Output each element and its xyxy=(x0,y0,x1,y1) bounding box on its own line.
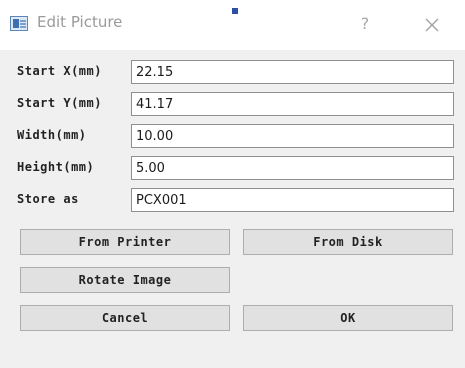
start-x-label: Start X(mm) xyxy=(17,64,102,78)
start-y-input[interactable] xyxy=(131,92,454,116)
width-row: Width(mm) xyxy=(0,124,465,150)
start-y-label: Start Y(mm) xyxy=(17,96,102,110)
rotate-image-button[interactable]: Rotate Image xyxy=(20,267,230,293)
edit-picture-dialog: Edit Picture ? Start X(mm) Start Y(mm) W… xyxy=(0,0,465,368)
start-x-row: Start X(mm) xyxy=(0,60,465,86)
store-as-label: Store as xyxy=(17,192,79,206)
close-icon xyxy=(425,18,439,32)
close-button[interactable] xyxy=(420,13,444,37)
store-as-input[interactable] xyxy=(131,188,454,212)
title-bar[interactable]: Edit Picture ? xyxy=(0,0,465,50)
focus-indicator xyxy=(232,8,238,14)
width-label: Width(mm) xyxy=(17,128,87,142)
window-title: Edit Picture xyxy=(37,13,123,31)
picture-icon xyxy=(10,16,28,31)
width-input[interactable] xyxy=(131,124,454,148)
start-x-input[interactable] xyxy=(131,60,454,84)
from-disk-button[interactable]: From Disk xyxy=(243,229,453,255)
ok-button[interactable]: OK xyxy=(243,305,453,331)
start-y-row: Start Y(mm) xyxy=(0,92,465,118)
help-button[interactable]: ? xyxy=(355,13,375,35)
from-printer-button[interactable]: From Printer xyxy=(20,229,230,255)
height-row: Height(mm) xyxy=(0,156,465,182)
height-input[interactable] xyxy=(131,156,454,180)
store-as-row: Store as xyxy=(0,188,465,214)
height-label: Height(mm) xyxy=(17,160,95,174)
cancel-button[interactable]: Cancel xyxy=(20,305,230,331)
